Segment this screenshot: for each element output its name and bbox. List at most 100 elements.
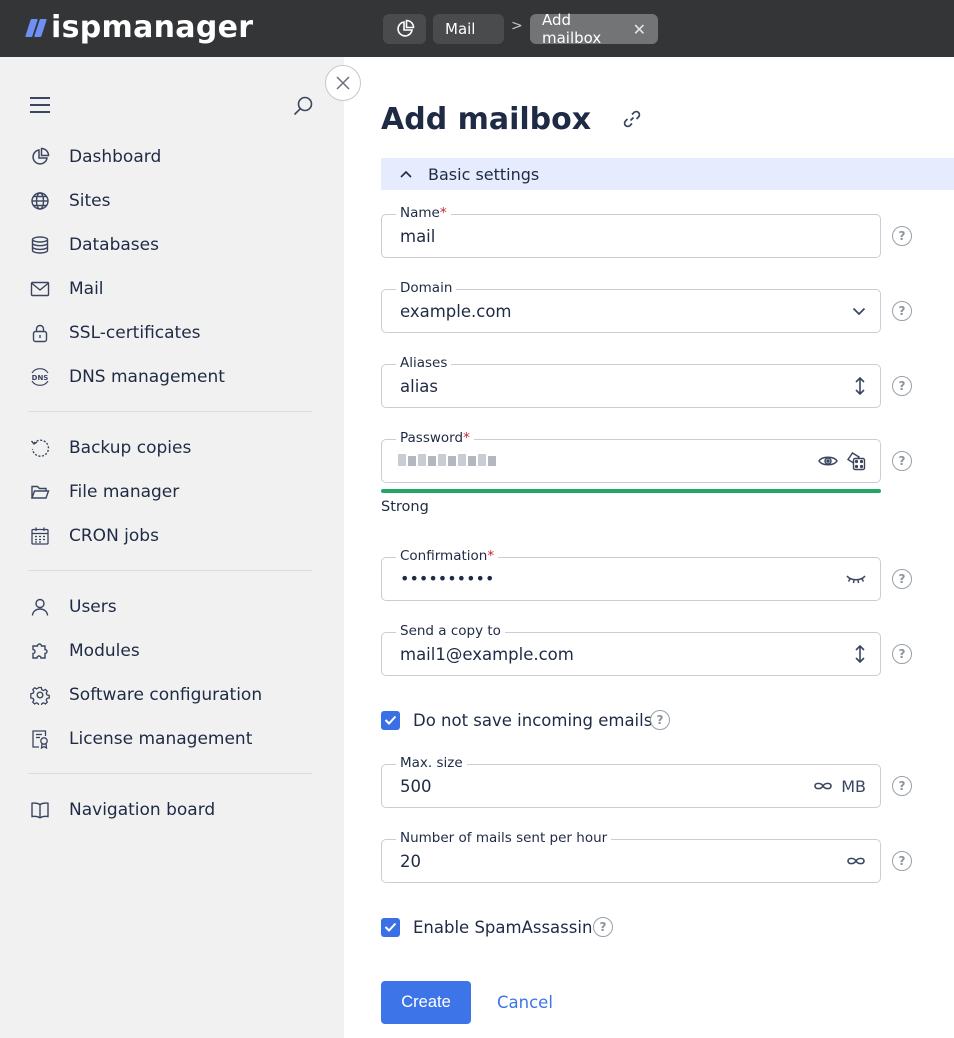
expand-vertical-icon[interactable] bbox=[854, 376, 866, 396]
field-label: Name* bbox=[396, 205, 451, 221]
sidebar-item-label: Databases bbox=[69, 235, 159, 255]
sidebar-item-label: Users bbox=[69, 597, 117, 617]
chevron-up-icon bbox=[400, 170, 412, 178]
sidebar-item-label: Navigation board bbox=[69, 800, 216, 820]
field-label: Send a copy to bbox=[396, 623, 505, 639]
section-title: Basic settings bbox=[428, 164, 540, 184]
aliases-input[interactable]: alias bbox=[400, 377, 438, 397]
close-tab-icon[interactable]: ✕ bbox=[633, 20, 646, 39]
sidebar-item-label: DNS management bbox=[69, 367, 225, 387]
eye-closed-icon[interactable] bbox=[846, 573, 866, 585]
eye-icon[interactable] bbox=[818, 454, 838, 468]
field-label: Aliases bbox=[396, 355, 452, 371]
sidebar-divider bbox=[28, 411, 312, 412]
sidebar-item-modules[interactable]: Modules bbox=[28, 629, 312, 673]
no-save-checkbox[interactable] bbox=[381, 710, 400, 730]
sidebar-item-mail[interactable]: Mail bbox=[28, 267, 312, 311]
help-icon[interactable]: ? bbox=[892, 451, 912, 471]
book-icon bbox=[28, 798, 52, 822]
mails-per-hour-field[interactable]: Number of mails sent per hour 20 bbox=[381, 830, 881, 883]
sidebar-item-software-configuration[interactable]: Software configuration bbox=[28, 673, 312, 717]
logo[interactable]: ispmanager bbox=[25, 10, 253, 46]
password-strength-label: Strong bbox=[381, 499, 429, 515]
unit-label: MB bbox=[841, 776, 866, 796]
sidebar-item-databases[interactable]: Databases bbox=[28, 223, 312, 267]
link-icon[interactable] bbox=[621, 108, 643, 134]
sidebar-nav: Dashboard Sites Databases Mail SSL-certi… bbox=[28, 135, 312, 832]
mails-per-hour-input[interactable]: 20 bbox=[400, 852, 421, 872]
sidebar-item-backup-copies[interactable]: Backup copies bbox=[28, 426, 312, 470]
confirmation-field[interactable]: Confirmation* •••••••••• bbox=[381, 548, 881, 601]
breadcrumb-mail-label: Mail bbox=[445, 20, 476, 38]
spamassassin-checkbox[interactable] bbox=[381, 917, 400, 937]
sidebar-item-users[interactable]: Users bbox=[28, 585, 312, 629]
sidebar-item-license-management[interactable]: License management bbox=[28, 717, 312, 761]
password-input-masked[interactable] bbox=[398, 454, 496, 466]
sidebar-item-navigation-board[interactable]: Navigation board bbox=[28, 788, 312, 832]
help-icon[interactable]: ? bbox=[892, 226, 912, 246]
send-copy-field[interactable]: Send a copy to mail1@example.com bbox=[381, 623, 881, 676]
help-icon[interactable]: ? bbox=[892, 301, 912, 321]
gear-icon bbox=[28, 683, 52, 707]
breadcrumb-mail[interactable]: Mail bbox=[433, 14, 504, 44]
sidebar-item-sites[interactable]: Sites bbox=[28, 179, 312, 223]
password-field[interactable]: Password* bbox=[381, 430, 881, 483]
breadcrumb-separator: > bbox=[511, 18, 523, 34]
puzzle-icon bbox=[28, 639, 52, 663]
sidebar-item-label: Modules bbox=[69, 641, 140, 661]
sidebar-item-file-manager[interactable]: File manager bbox=[28, 470, 312, 514]
help-icon[interactable]: ? bbox=[892, 776, 912, 796]
confirmation-input[interactable]: •••••••••• bbox=[400, 569, 494, 588]
help-icon[interactable]: ? bbox=[892, 376, 912, 396]
domain-select[interactable]: Domain example.com bbox=[381, 280, 881, 333]
chevron-down-icon[interactable] bbox=[852, 307, 866, 316]
breadcrumb-home-button[interactable] bbox=[383, 14, 426, 44]
spamassassin-checkbox-row[interactable]: Enable SpamAssassin bbox=[381, 915, 592, 939]
sidebar-item-dashboard[interactable]: Dashboard bbox=[28, 135, 312, 179]
sidebar-divider bbox=[28, 773, 312, 774]
create-button[interactable]: Create bbox=[381, 981, 471, 1024]
generate-password-dice-icon[interactable] bbox=[846, 451, 866, 471]
help-icon[interactable]: ? bbox=[593, 917, 613, 937]
breadcrumb-active-tab[interactable]: Add mailbox ✕ bbox=[530, 11, 658, 47]
help-icon[interactable]: ? bbox=[650, 710, 670, 730]
help-icon[interactable]: ? bbox=[892, 644, 912, 664]
aliases-field[interactable]: Aliases alias bbox=[381, 355, 881, 408]
sidebar-item-label: Software configuration bbox=[69, 685, 263, 705]
basic-settings-section-toggle[interactable]: Basic settings bbox=[381, 158, 954, 190]
lock-icon bbox=[28, 321, 52, 345]
infinity-icon[interactable] bbox=[813, 781, 833, 791]
top-bar: ispmanager Mail > Add mailbox ✕ bbox=[0, 0, 954, 57]
dns-icon: DNS bbox=[28, 365, 52, 389]
field-label: Domain bbox=[396, 280, 457, 296]
max-size-field[interactable]: Max. size 500 MB bbox=[381, 755, 881, 808]
help-icon[interactable]: ? bbox=[892, 851, 912, 871]
mail-icon bbox=[28, 277, 52, 301]
sidebar-item-ssl-certificates[interactable]: SSL-certificates bbox=[28, 311, 312, 355]
no-save-checkbox-row[interactable]: Do not save incoming emails bbox=[381, 708, 652, 732]
expand-vertical-icon[interactable] bbox=[854, 644, 866, 664]
search-icon[interactable] bbox=[292, 95, 314, 121]
sidebar-item-cron-jobs[interactable]: CRON jobs bbox=[28, 514, 312, 558]
hamburger-menu-icon[interactable] bbox=[30, 97, 50, 113]
help-icon[interactable]: ? bbox=[892, 569, 912, 589]
cancel-button[interactable]: Cancel bbox=[497, 993, 553, 1012]
field-label: Password* bbox=[396, 430, 474, 446]
sidebar-item-label: Mail bbox=[69, 279, 104, 299]
sidebar-divider bbox=[28, 570, 312, 571]
max-size-input[interactable]: 500 bbox=[400, 777, 432, 797]
sidebar-item-dns-management[interactable]: DNS DNS management bbox=[28, 355, 312, 399]
name-input[interactable]: mail bbox=[400, 227, 435, 247]
database-icon bbox=[28, 233, 52, 257]
sidebar-item-label: CRON jobs bbox=[69, 526, 159, 546]
name-field[interactable]: Name* mail bbox=[381, 205, 881, 258]
checkmark-icon bbox=[384, 715, 397, 725]
field-label: Max. size bbox=[396, 755, 467, 771]
infinity-icon[interactable] bbox=[846, 856, 866, 866]
sidebar-item-label: SSL-certificates bbox=[69, 323, 201, 343]
sidebar-item-label: File manager bbox=[69, 482, 180, 502]
send-copy-input[interactable]: mail1@example.com bbox=[400, 645, 574, 665]
sidebar-item-label: Backup copies bbox=[69, 438, 192, 458]
close-panel-button[interactable] bbox=[325, 65, 361, 101]
checkbox-label: Do not save incoming emails bbox=[413, 710, 653, 730]
